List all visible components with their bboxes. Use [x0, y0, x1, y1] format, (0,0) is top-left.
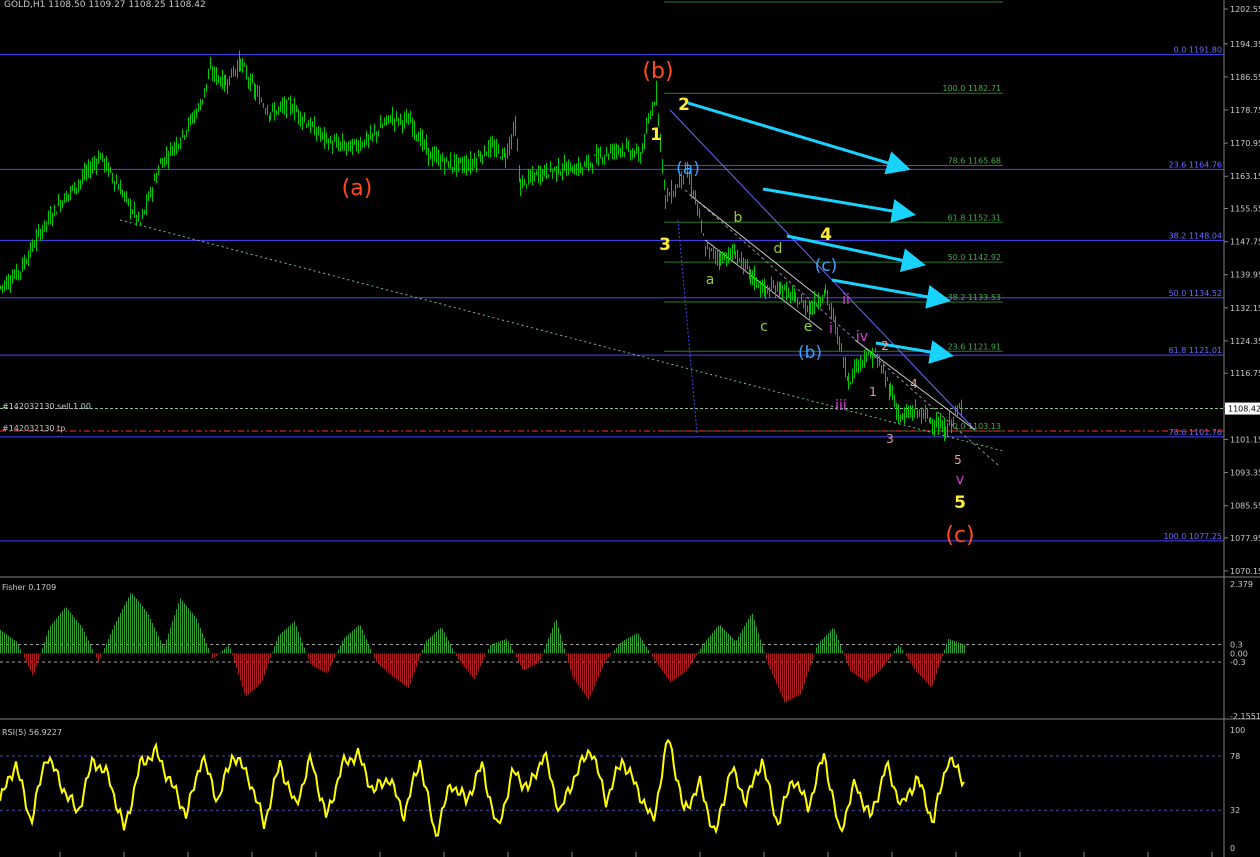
- header-symbol: GOLD,H1: [4, 0, 45, 10]
- price-tick-label: 1116.75: [1230, 369, 1260, 378]
- fib-green-label: 50.0 1142.92: [948, 253, 1001, 262]
- fib-blue-label: 0.0 1191.80: [1174, 46, 1222, 55]
- price-tick-label: 1101.15: [1230, 435, 1260, 444]
- fisher-tick-label: -2.1551: [1230, 712, 1260, 721]
- fib-green-label: 78.6 1165.68: [948, 157, 1001, 166]
- fisher-tick-label: 0.3: [1230, 641, 1243, 650]
- rsi-panel: 100 78 32 0: [0, 726, 1245, 857]
- wave-label: ii: [842, 292, 850, 308]
- fisher-panel: 2.379 0.30.00-0.3 -2.1551: [0, 580, 1260, 721]
- wave-label: (b): [642, 59, 673, 84]
- price-tick-label: 1093.35: [1230, 469, 1260, 478]
- header-ohlc: 1108.50 1109.27 1108.25 1108.42: [48, 0, 205, 10]
- projection-arrow: [762, 187, 916, 223]
- fib-blue-label: 23.6 1164.76: [1169, 160, 1222, 169]
- fib-green-label: 100.0 1182.71: [942, 84, 1001, 93]
- rsi-tick-label: 78: [1230, 752, 1240, 761]
- rsi-tick-label: 32: [1230, 806, 1240, 815]
- main-price-panel: 1202.55 1194.35 1186.55 1178.75 1170.95 1163.…: [0, 1, 1260, 576]
- fib-green-label: 61.8 1152.31: [948, 213, 1001, 222]
- gold-h1-chart[interactable]: 1202.55 1194.35 1186.55 1178.75 1170.95 1163.…: [0, 0, 1260, 857]
- fib-blue-label: 61.8 1121.01: [1169, 346, 1222, 355]
- price-tick-label: 1085.55: [1230, 502, 1260, 511]
- wave-label: 1: [650, 125, 662, 145]
- wave-label: b: [734, 210, 743, 226]
- rsi-tick-label: 100: [1230, 726, 1245, 735]
- sell-order-label[interactable]: #142032130 sell 1.00: [2, 402, 91, 411]
- wave-label: 3: [659, 235, 671, 255]
- fib-green-label: 23.6 1121.91: [948, 342, 1001, 351]
- wave-label: e: [804, 319, 813, 335]
- rsi-line: [0, 738, 965, 838]
- price-tick-label: 1170.95: [1230, 139, 1260, 148]
- wave-label: 1: [869, 385, 877, 399]
- fib-blue-label: 50.0 1134.52: [1169, 289, 1222, 298]
- fisher-tick-label: 2.379: [1230, 580, 1253, 589]
- fisher-tick-label: 0.00: [1230, 649, 1248, 658]
- price-tick-label: 1070.15: [1230, 567, 1260, 576]
- price-tick-label: 1077.95: [1230, 534, 1260, 543]
- fisher-title: Fisher 0.1709: [2, 583, 56, 592]
- price-tick-label: 1163.15: [1230, 172, 1260, 181]
- wave-label: i: [829, 321, 833, 337]
- wave-label: d: [774, 241, 783, 257]
- fisher-tick-label: -0.3: [1230, 658, 1246, 667]
- wave-label: (c): [945, 523, 974, 548]
- wave-label: 5: [954, 493, 966, 513]
- wave-label: (a): [676, 159, 700, 179]
- wave-label: 5: [954, 453, 962, 467]
- fib-blue-label: 100.0 1077.25: [1163, 532, 1222, 541]
- price-tick-label: 1194.35: [1230, 40, 1260, 49]
- wave-label: 4: [820, 225, 832, 245]
- price-tick-label: 1202.55: [1230, 5, 1260, 14]
- price-tick-label: 1124.35: [1230, 337, 1260, 346]
- wave-label: a: [706, 272, 715, 288]
- price-tick-label: 1186.55: [1230, 73, 1260, 82]
- current-price-label: 1108.42: [1228, 405, 1260, 414]
- projection-arrow: [687, 101, 911, 175]
- price-tick-label: 1139.95: [1230, 271, 1260, 280]
- price-tick-label: 1178.75: [1230, 106, 1260, 115]
- price-tick-label: 1155.55: [1230, 205, 1260, 214]
- wave-label: 3: [886, 432, 894, 446]
- wave-label: iii: [835, 398, 847, 414]
- rsi-tick-label: 0: [1230, 844, 1235, 853]
- wave-label: (a): [342, 176, 373, 201]
- symbol-header: GOLD,H1 1108.50 1109.27 1108.25 1108.42: [4, 0, 206, 10]
- wave-label: (b): [798, 343, 822, 363]
- fib-blue-label: 38.2 1148.04: [1169, 231, 1222, 240]
- wave-label: 2: [678, 95, 690, 115]
- price-tick-label: 1132.15: [1230, 304, 1260, 313]
- fib-blue-label: 78.6 1101.76: [1169, 428, 1222, 437]
- fib-green-label: 0.0 1103.13: [953, 422, 1001, 431]
- vertical-dotted-line: [677, 219, 698, 434]
- rsi-title: RSI(5) 56.9227: [2, 728, 62, 737]
- wave-label: 2: [881, 339, 889, 353]
- fib-green-label: 38.2 1133.53: [948, 293, 1001, 302]
- wave-label: c: [760, 319, 768, 335]
- wave-label: iv: [856, 329, 868, 345]
- tp-order-label[interactable]: #142032130 tp: [2, 424, 65, 433]
- wave-label: 4: [910, 377, 918, 391]
- price-tick-label: 1147.75: [1230, 238, 1260, 247]
- wave-label: (c): [815, 256, 838, 276]
- wave-label: v: [956, 472, 964, 488]
